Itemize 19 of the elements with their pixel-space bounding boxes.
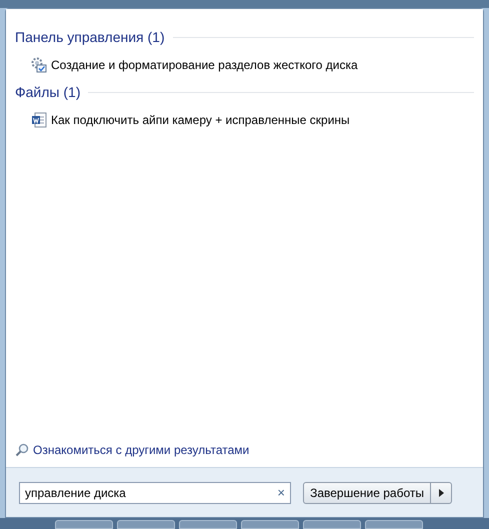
shutdown-options-button[interactable] <box>431 482 452 504</box>
shutdown-button[interactable]: Завершение работы <box>303 482 431 504</box>
more-results-link[interactable]: Ознакомиться с другими результатами <box>15 441 474 459</box>
taskbar-button[interactable] <box>117 520 175 529</box>
section-heading: Панель управления (1) <box>15 28 165 47</box>
search-icon <box>15 443 29 457</box>
taskbar-button[interactable] <box>241 520 299 529</box>
search-field[interactable]: управление диска × <box>19 482 291 504</box>
settings-icon <box>31 57 47 73</box>
search-result[interactable]: Создание и форматирование разделов жесткого диска <box>15 48 474 82</box>
clear-button[interactable]: × <box>277 482 285 502</box>
taskbar-button[interactable] <box>55 520 113 529</box>
taskbar-button[interactable] <box>365 520 423 529</box>
taskbar-button[interactable] <box>303 520 361 529</box>
search-result[interactable]: Как подключить айпи камеру + исправленные скрины <box>15 103 474 137</box>
document-icon <box>31 112 47 128</box>
taskbar-button[interactable] <box>179 520 237 529</box>
section-heading: Файлы (1) <box>15 83 80 102</box>
caret-icon <box>438 488 444 496</box>
